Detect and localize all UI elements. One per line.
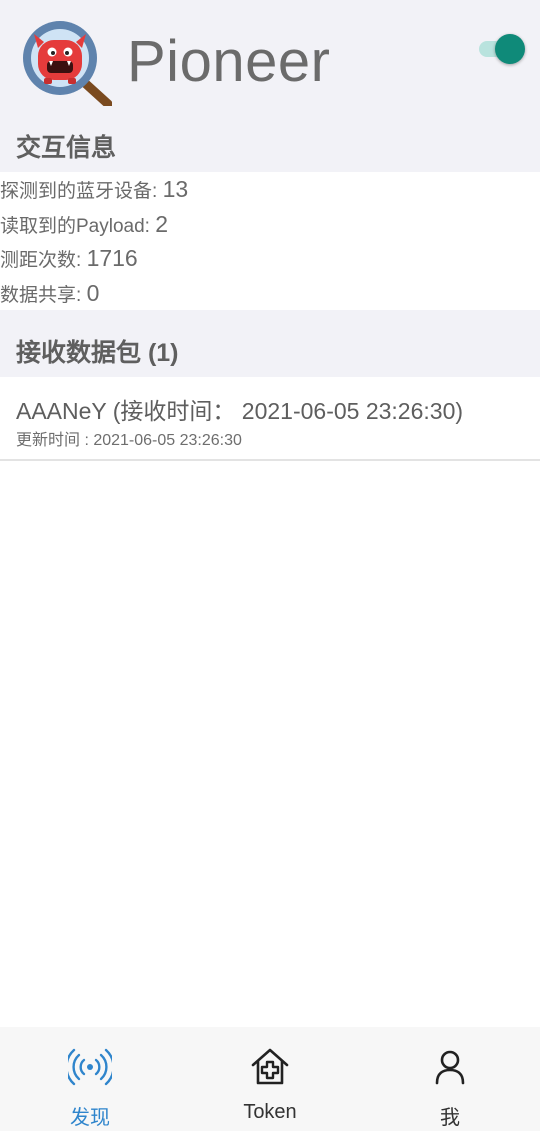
medical-home-icon xyxy=(251,1048,289,1085)
info-label: 数据共享: xyxy=(0,285,87,306)
app-header: Pioneer xyxy=(0,0,540,125)
tab-discover[interactable]: 发现 xyxy=(0,1027,180,1131)
packet-title: AAANeY (接收时间： 2021-06-05 23:26:30) xyxy=(16,398,464,424)
info-row-data-sharing: 数据共享: 0 xyxy=(0,280,99,314)
broadcast-icon xyxy=(68,1048,112,1086)
bottom-tab-bar: 发现 Token 我 xyxy=(0,1027,540,1131)
info-label: 读取到的Payload: xyxy=(0,216,156,237)
tab-label: 发现 xyxy=(70,1107,110,1129)
info-label: 测距次数: xyxy=(0,250,87,271)
info-value: 13 xyxy=(162,176,189,202)
info-value: 0 xyxy=(86,280,100,306)
tab-label: Token xyxy=(243,1101,297,1123)
section-title-packets: 接收数据包 (1) xyxy=(0,310,540,377)
info-value: 2 xyxy=(155,211,169,237)
section-title-interaction: 交互信息 xyxy=(0,125,540,172)
enable-toggle[interactable] xyxy=(477,34,525,64)
packet-list-item[interactable]: AAANeY (接收时间： 2021-06-05 23:26:30) 更新时间 … xyxy=(0,377,540,461)
app-title: Pioneer xyxy=(127,29,331,94)
person-icon xyxy=(435,1050,465,1085)
tab-me[interactable]: 我 xyxy=(360,1027,540,1131)
pioneer-logo-icon xyxy=(23,21,112,106)
info-row-bluetooth-devices: 探测到的蓝牙设备: 13 xyxy=(0,176,188,210)
info-row-payload: 读取到的Payload: 2 xyxy=(0,211,168,245)
info-row-ranging-count: 测距次数: 1716 xyxy=(0,245,138,279)
info-label: 探测到的蓝牙设备: xyxy=(0,181,163,202)
toggle-knob xyxy=(495,34,525,64)
packet-updated-time: 更新时间 : 2021-06-05 23:26:30 xyxy=(16,432,242,449)
info-value: 1716 xyxy=(86,245,138,271)
interaction-info: 探测到的蓝牙设备: 13 读取到的Payload: 2 测距次数: 1716 数… xyxy=(0,172,540,310)
tab-label: 我 xyxy=(440,1107,460,1129)
tab-token[interactable]: Token xyxy=(180,1027,360,1131)
